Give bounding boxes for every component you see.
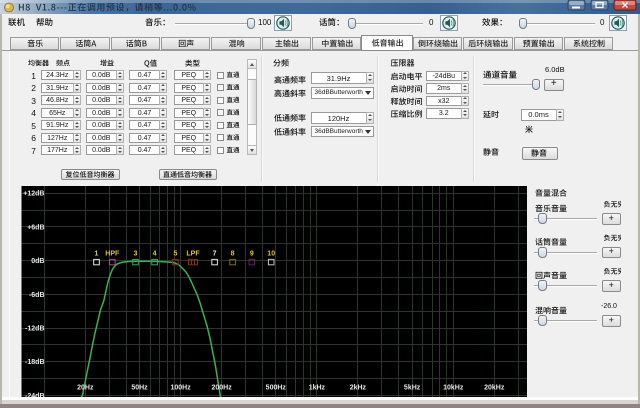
svg-text:10kHz: 10kHz — [443, 385, 464, 392]
svg-text:HPF: HPF — [105, 250, 120, 257]
svg-text:200Hz: 200Hz — [211, 385, 232, 392]
svg-text:9: 9 — [250, 250, 254, 257]
svg-text:LPF: LPF — [186, 250, 200, 257]
svg-text:2kHz: 2kHz — [350, 385, 367, 392]
svg-text:20kHz: 20kHz — [484, 385, 505, 392]
svg-text:-12dB: -12dB — [25, 326, 44, 333]
svg-text:7: 7 — [213, 250, 217, 257]
svg-text:5kHz: 5kHz — [404, 385, 421, 392]
svg-text:1kHz: 1kHz — [309, 385, 326, 392]
svg-text:+12dB: +12dB — [23, 191, 44, 198]
svg-text:500Hz: 500Hz — [266, 385, 287, 392]
svg-text:5: 5 — [173, 250, 177, 257]
svg-text:1: 1 — [95, 250, 99, 257]
svg-text:100Hz: 100Hz — [170, 385, 191, 392]
svg-text:4: 4 — [153, 250, 157, 257]
svg-text:+6dB: +6dB — [27, 224, 44, 231]
svg-text:-18dB: -18dB — [25, 359, 44, 366]
svg-text:8: 8 — [231, 250, 235, 257]
svg-text:0dB: 0dB — [31, 258, 44, 265]
svg-text:20Hz: 20Hz — [77, 385, 94, 392]
svg-text:50Hz: 50Hz — [131, 385, 148, 392]
svg-text:10: 10 — [267, 250, 275, 257]
svg-text:-6dB: -6dB — [29, 292, 45, 299]
svg-text:3: 3 — [134, 250, 138, 257]
